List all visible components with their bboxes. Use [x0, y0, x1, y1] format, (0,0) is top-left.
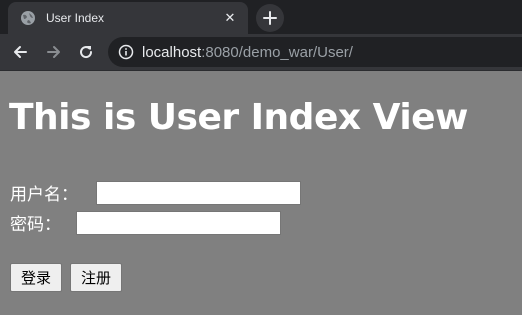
address-bar[interactable]: localhost:8080/demo_war/User/: [108, 37, 522, 67]
url-text[interactable]: localhost:8080/demo_war/User/: [142, 44, 353, 61]
arrow-left-icon: [14, 46, 27, 58]
password-input[interactable]: [76, 211, 281, 235]
arrow-right-icon: [47, 46, 60, 58]
new-tab-button[interactable]: [256, 4, 284, 32]
url-host: localhost: [142, 43, 202, 61]
back-button[interactable]: [8, 40, 32, 64]
tab-title: User Index: [46, 11, 105, 25]
tab-strip: User Index ✕: [0, 0, 522, 34]
login-button[interactable]: 登录: [10, 263, 62, 292]
username-label: 用户名：: [10, 185, 78, 205]
browser-tab[interactable]: User Index ✕: [8, 2, 248, 34]
page-content: This is User Index View 用户名： 密码： 登录 注册: [0, 71, 522, 315]
globe-icon: [21, 11, 35, 25]
reload-button[interactable]: [74, 40, 98, 64]
close-tab-icon[interactable]: ✕: [222, 10, 238, 26]
info-icon[interactable]: [118, 44, 134, 60]
forward-button[interactable]: [42, 40, 66, 64]
reload-icon: [80, 46, 93, 59]
password-label: 密码：: [10, 215, 61, 235]
browser-toolbar: localhost:8080/demo_war/User/: [0, 34, 522, 71]
username-input[interactable]: [96, 181, 301, 205]
register-button[interactable]: 注册: [70, 263, 122, 292]
page-title: This is User Index View: [9, 97, 468, 138]
plus-icon: [263, 11, 277, 25]
url-path: :8080/demo_war/User/: [201, 43, 353, 61]
